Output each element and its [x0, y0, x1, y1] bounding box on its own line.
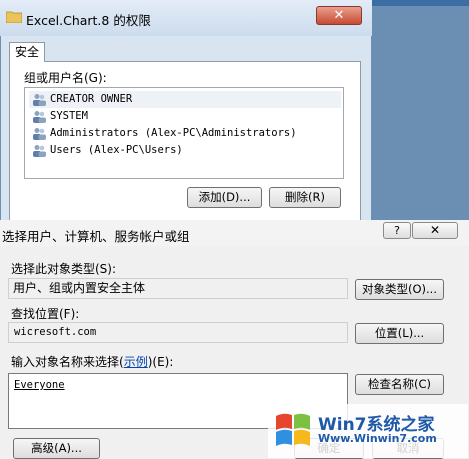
advanced-button[interactable]: 高级(A)...	[13, 438, 100, 459]
help-button[interactable]: ?	[383, 222, 411, 239]
user-name: CREATOR OWNER	[50, 93, 133, 105]
close-button[interactable]: ✕	[316, 6, 362, 25]
check-names-button[interactable]: 检查名称(C)	[355, 374, 444, 395]
tab-security[interactable]: 安全	[9, 42, 45, 62]
user-group-icon	[33, 145, 46, 157]
dialog-close-button[interactable]: ✕	[412, 222, 458, 239]
list-item[interactable]: CREATOR OWNER	[29, 91, 341, 108]
object-name-value: Everyone	[14, 379, 65, 391]
enter-names-label: 输入对象名称来选择(示例)(E):	[11, 353, 173, 370]
folder-icon	[6, 11, 22, 23]
location-label: 查找位置(F):	[11, 307, 80, 321]
examples-link[interactable]: 示例	[124, 355, 148, 369]
user-group-icon	[33, 94, 46, 106]
list-item[interactable]: Administrators (Alex-PC\Administrators)	[29, 125, 341, 142]
remove-button[interactable]: 删除(R)	[269, 187, 341, 208]
permissions-title: Excel.Chart.8 的权限	[26, 13, 151, 28]
object-types-button[interactable]: 对象类型(O)...	[355, 279, 444, 300]
enter-label-prefix: 输入对象名称来选择(	[11, 355, 124, 369]
locations-button[interactable]: 位置(L)...	[355, 323, 444, 344]
user-group-icon	[33, 128, 46, 140]
group-users-label: 组或用户名(G):	[24, 71, 107, 85]
user-group-icon	[33, 111, 46, 123]
dialog-title: 选择用户、计算机、服务帐户或组	[2, 229, 190, 244]
user-name: Users (Alex-PC\Users)	[50, 144, 183, 156]
user-name: Administrators (Alex-PC\Administrators)	[50, 127, 297, 139]
list-item[interactable]: SYSTEM	[29, 108, 341, 125]
user-name: SYSTEM	[50, 110, 88, 122]
add-button[interactable]: 添加(D)...	[187, 187, 262, 208]
list-item[interactable]: Users (Alex-PC\Users)	[29, 142, 341, 159]
enter-label-suffix: )(E):	[147, 355, 174, 369]
user-list[interactable]: CREATOR OWNER SYSTEM Administrators (Ale…	[24, 87, 344, 179]
location-field: wicresoft.com	[8, 322, 348, 343]
object-type-field: 用户、组或内置安全主体	[8, 278, 348, 299]
watermark-url: Www.Winwin7.com	[318, 432, 437, 445]
object-type-label: 选择此对象类型(S):	[11, 262, 117, 276]
